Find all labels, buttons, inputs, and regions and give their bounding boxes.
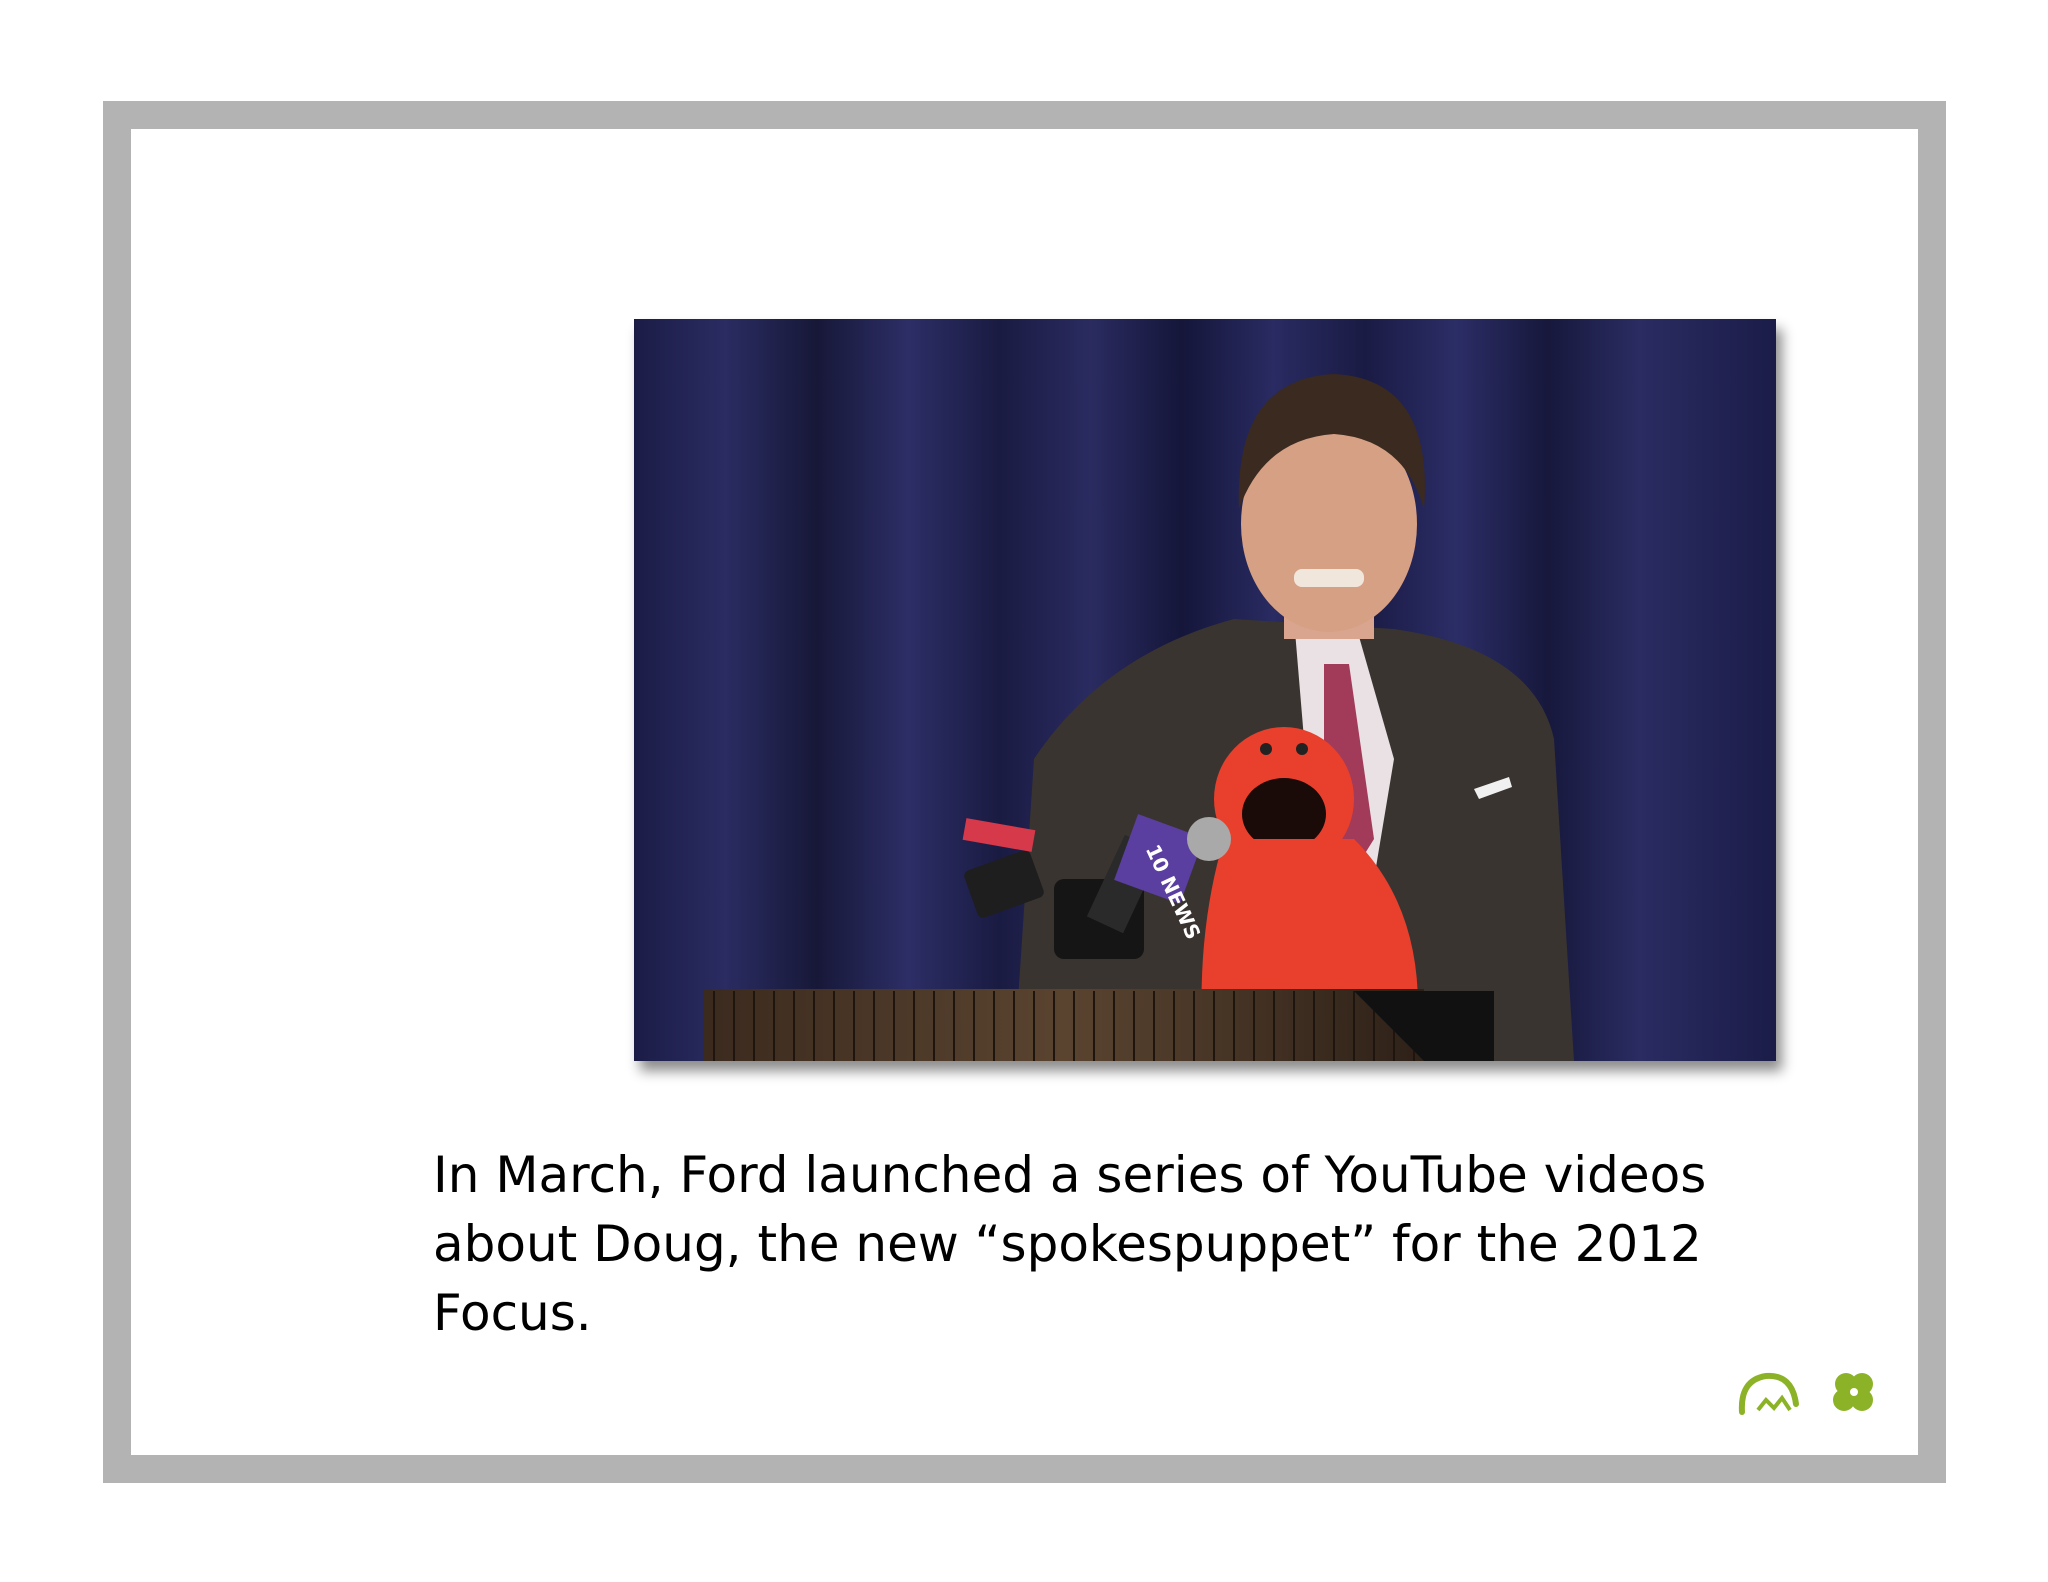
arch-logo-icon bbox=[1736, 1370, 1802, 1416]
slide-caption: In March, Ford launched a series of YouT… bbox=[433, 1146, 1707, 1342]
video-still-image: 10 NEWS bbox=[634, 319, 1776, 1061]
clover-logo-icon bbox=[1830, 1370, 1878, 1418]
